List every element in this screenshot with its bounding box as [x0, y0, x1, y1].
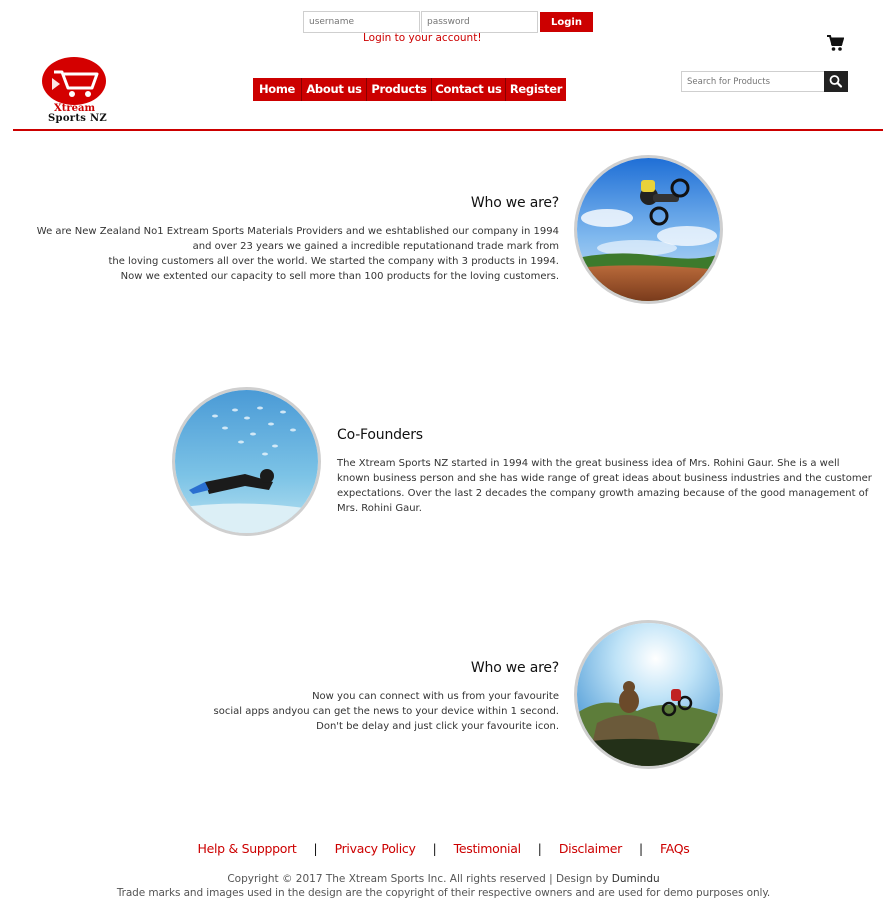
footer-separator: | — [638, 841, 643, 856]
main-nav: Home About us Products Contact us Regist… — [253, 78, 566, 101]
password-input[interactable] — [421, 11, 538, 33]
footer-link-privacy[interactable]: Privacy Policy — [335, 841, 416, 856]
nav-register[interactable]: Register — [506, 78, 566, 101]
username-input[interactable] — [303, 11, 420, 33]
search-button[interactable] — [824, 71, 848, 92]
login-button[interactable]: Login — [540, 12, 593, 32]
footer-link-testimonial[interactable]: Testimonial — [454, 841, 521, 856]
text-line: Now we extented our capacity to sell mor… — [120, 271, 559, 282]
footer-separator: | — [432, 841, 437, 856]
search-icon — [829, 75, 843, 88]
section-title-co-founders: Co-Founders — [337, 427, 423, 443]
text-line: social apps andyou can get the news to y… — [213, 706, 559, 717]
trademark-notice: Trade marks and images used in the desig… — [116, 887, 771, 899]
header-divider — [13, 129, 883, 131]
logo-line2: Sports NZ — [48, 113, 108, 124]
footer-separator: | — [537, 841, 542, 856]
text-line: We are New Zealand No1 Extream Sports Ma… — [36, 226, 559, 237]
text-line: Mrs. Rohini Gaur. — [337, 503, 422, 514]
section-text-connect: Now you can connect with us from your fa… — [214, 689, 559, 734]
text-line: The Xtream Sports NZ started in 1994 wit… — [337, 458, 840, 469]
footer-link-help[interactable]: Help & Suppport — [197, 841, 296, 856]
search-input[interactable] — [681, 71, 825, 92]
section-text-who-we-are: We are New Zealand No1 Extream Sports Ma… — [37, 224, 559, 284]
nav-contact-us[interactable]: Contact us — [432, 78, 506, 101]
footer-link-disclaimer[interactable]: Disclaimer — [559, 841, 622, 856]
section-title-who-we-are: Who we are? — [470, 195, 559, 211]
motocross-jump-photo — [574, 155, 723, 304]
text-line: Don't be delay and just click your favou… — [316, 721, 559, 732]
copyright: Copyright © 2017 The Xtream Sports Inc. … — [0, 873, 887, 885]
login-message: Login to your account! — [363, 32, 482, 44]
cart-icon[interactable] — [826, 34, 845, 52]
nav-about-us[interactable]: About us — [302, 78, 367, 101]
nav-home[interactable]: Home — [253, 78, 302, 101]
designer-link[interactable]: Dumindu — [612, 873, 660, 885]
section-title-connect: Who we are? — [470, 660, 559, 676]
footer-links: Help & Suppport | Privacy Policy | Testi… — [0, 841, 887, 856]
footer-separator: | — [313, 841, 318, 856]
scuba-diver-photo — [172, 387, 321, 536]
copyright-text: Copyright © 2017 The Xtream Sports Inc. … — [227, 873, 612, 885]
section-text-co-founders: The Xtream Sports NZ started in 1994 wit… — [337, 456, 872, 516]
text-line: known business person and she has wide r… — [337, 473, 872, 484]
text-line: expectations. Over the last 2 decades th… — [337, 488, 869, 499]
nav-products[interactable]: Products — [367, 78, 432, 101]
bear-and-bike-photo — [574, 620, 723, 769]
footer-link-faqs[interactable]: FAQs — [660, 841, 690, 856]
text-line: the loving customers all over the world.… — [108, 256, 559, 267]
text-line: and over 23 years we gained a incredible… — [192, 241, 559, 252]
text-line: Now you can connect with us from your fa… — [312, 691, 559, 702]
